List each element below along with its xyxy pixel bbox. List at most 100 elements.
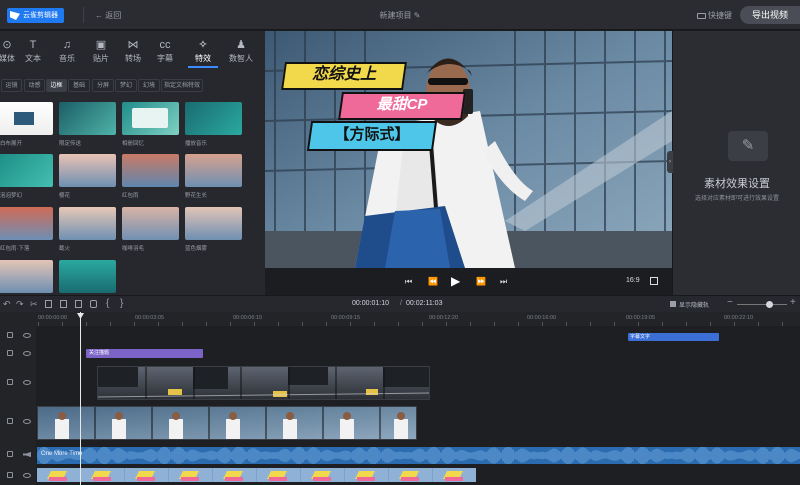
sticker-clip[interactable] [37,468,476,482]
lock-icon[interactable] [7,350,13,356]
effect-thumbnail[interactable] [59,154,116,187]
eye-icon[interactable] [23,333,31,338]
zoom-slider-track[interactable] [737,304,787,305]
effect-thumbnail[interactable] [122,154,179,187]
player-controls: ⏮ ⏪ ▶ ⏩ ⏭ 16:9 [265,268,672,295]
lock-icon[interactable] [7,379,13,385]
subtab-3[interactable]: 边框 [46,79,67,92]
magic-wand-icon: ✧ [198,39,208,51]
effect-thumbnail[interactable] [185,102,242,135]
tab-6[interactable]: cc 字幕 [150,39,180,64]
eye-icon[interactable] [23,380,31,385]
subtab-5[interactable]: 分屏 [92,79,114,92]
subtab-1[interactable]: 运镜 [1,79,22,92]
effect-thumbnail[interactable] [59,207,116,240]
person-icon: ♟ [236,39,246,51]
effect-thumbnail[interactable] [59,260,116,293]
effect-thumbnail[interactable] [0,154,53,187]
playhead-line[interactable] [80,312,81,485]
project-title-text: 新建项目 [379,11,412,20]
effect-thumbnail[interactable] [0,207,53,240]
effect-thumbnail[interactable] [59,102,116,135]
eye-icon[interactable] [23,351,31,356]
delete-icon[interactable] [90,300,97,308]
subtab-7[interactable]: 幻境 [138,79,160,92]
ruler-tick-label: 00:00:09:15 [331,315,361,321]
time-ruler[interactable]: 00:00:00:00 00:00:03:05 00:00:06:10 00:00:0… [0,312,800,326]
caption-clip[interactable]: 字幕文字 [628,333,719,341]
subtab-4[interactable]: 基础 [68,79,90,92]
effect-clip[interactable]: 关注描题 [86,349,203,358]
tab-5[interactable]: ⋈ 转场 [118,39,148,64]
effect-label: 限定传送 [59,141,82,147]
subtab-2[interactable]: 动感 [24,79,45,92]
image-icon: ▣ [95,39,107,51]
effect-thumbnail[interactable] [185,207,242,240]
top-bar: 云雀剪辑器 ← 返回 新建项目 ✎ 快捷键 导出视频 [0,0,800,30]
fast-forward-icon[interactable]: ⏩ [476,277,486,286]
project-title[interactable]: 新建项目 ✎ [0,10,800,21]
collapse-chevron-icon[interactable]: › [667,151,673,173]
ruler-tick-label: 00:00:12:20 [429,315,459,321]
split-icon[interactable]: ✂ [30,299,38,310]
broll-video-clip[interactable] [97,366,430,400]
tab-label: 特效 [188,53,218,68]
subtab-6[interactable]: 梦幻 [115,79,137,92]
lock-icon[interactable] [7,332,13,338]
shortcut-button[interactable]: 快捷键 [697,10,732,21]
fullscreen-icon[interactable] [650,277,658,285]
video-preview[interactable]: 恋综史上 最甜CP 【方际式】 ⏮ ⏪ ▶ ⏩ ⏭ 16:9 [265,31,672,295]
tab-2[interactable]: T 文本 [18,39,48,64]
zoom-slider-handle[interactable] [766,301,773,308]
aspect-ratio-selector[interactable]: 16:9 [626,277,640,284]
pencil-icon[interactable]: ✎ [414,11,421,20]
panel-hint: 选择对应素材即可进行效果设置 [694,196,779,202]
tab-7[interactable]: ✧ 特效 [188,39,218,68]
tab-label: 音乐 [59,54,75,63]
eye-icon[interactable] [23,419,31,424]
lock-icon[interactable] [7,451,13,457]
copy-icon[interactable] [45,300,52,308]
skip-end-icon[interactable]: ⏭ [500,277,507,287]
eye-icon[interactable] [23,473,31,478]
show-track-checkbox[interactable] [670,301,676,307]
main-filmstrip [38,407,416,439]
effect-thumbnail[interactable] [185,154,242,187]
asset-panel: ⊙ 媒体 T 文本 ♫ 音乐 ▣ 贴片 ⋈ 转场 cc 字幕 ✧ 特效 ♟ 数智人 运镜 动感 边框 基础 分屏 梦幻幻… [0,31,265,295]
shortcut-label: 快捷键 [708,11,732,20]
zoom-out-icon[interactable]: − [727,297,733,308]
effect-label: 红包雨 [122,193,139,199]
crop-icon[interactable] [60,300,67,308]
tab-4[interactable]: ▣ 贴片 [86,39,116,64]
caption-icon: cc [159,39,171,51]
skip-start-icon[interactable]: ⏮ [405,277,412,287]
main-video-clip[interactable] [37,406,417,440]
effect-thumbnail[interactable] [122,102,179,135]
current-time: 00:00:01:10 [352,300,389,307]
tab-3[interactable]: ♫ 音乐 [52,39,82,64]
trim-right-icon[interactable]: } [120,298,123,309]
preview-frame: 恋综史上 最甜CP 【方际式】 [265,31,672,268]
export-video-button[interactable]: 导出视频 [740,6,800,24]
subtab-8[interactable]: 指定文档特效 [161,79,203,92]
effect-thumbnail[interactable] [0,102,53,135]
effect-thumbnail[interactable] [122,207,179,240]
audio-clip[interactable]: One More Time [37,447,800,464]
audio-waveform [37,447,800,464]
lock-icon[interactable] [7,472,13,478]
play-icon[interactable]: ▶ [451,274,460,288]
effect-thumbnail[interactable] [0,260,53,293]
tab-8[interactable]: ♟ 数智人 [226,39,256,64]
ruler-tick-label: 00:00:06:10 [233,315,263,321]
rewind-icon[interactable]: ⏪ [428,277,438,286]
redo-icon[interactable]: ↷ [16,299,24,310]
timeline-tracks: 字幕文字 关注描题 One More Time [0,312,800,485]
undo-icon[interactable]: ↶ [3,299,11,310]
ruler-tick-label: 00:00:19:05 [626,315,656,321]
freeze-icon[interactable] [75,300,82,308]
time-separator: / [400,300,402,307]
trim-left-icon[interactable]: { [106,298,109,309]
zoom-in-icon[interactable]: + [790,297,796,308]
lock-icon[interactable] [7,418,13,424]
ruler-tick-label: 00:00:00:00 [38,315,68,321]
